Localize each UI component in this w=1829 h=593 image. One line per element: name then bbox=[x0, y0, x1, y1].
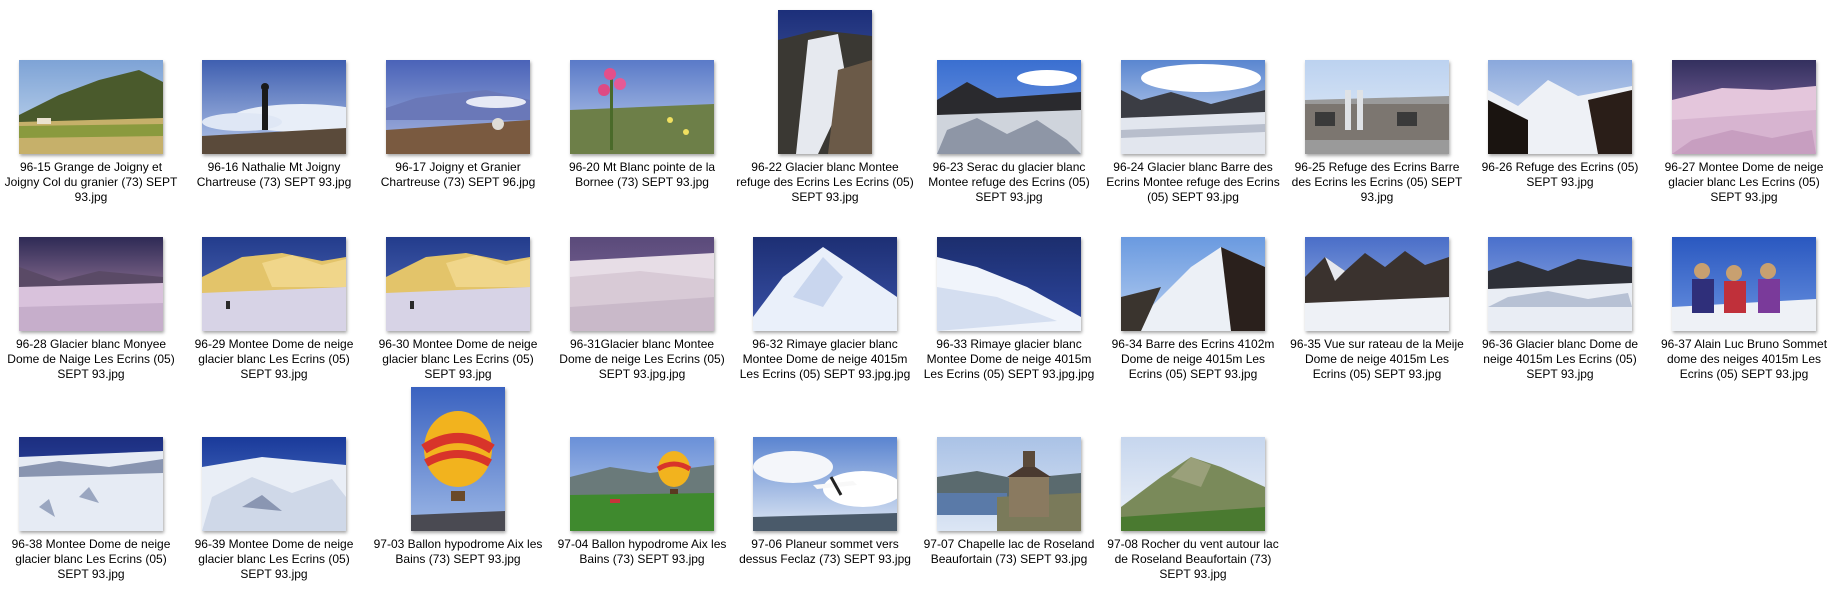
thumbnail-image[interactable] bbox=[1121, 60, 1265, 154]
file-name-label: 96-35 Vue sur rateau de la Meije Dome de… bbox=[1290, 337, 1464, 381]
file-name-label: 96-31Glacier blanc Montee Dome de neige … bbox=[559, 337, 725, 381]
thumbnail-frame bbox=[1286, 4, 1468, 154]
thumbnail-item[interactable]: 96-15 Grange de Joigny et Joigny Col du … bbox=[0, 4, 182, 205]
thumbnail-item[interactable]: 96-16 Nathalie Mt Joigny Chartreuse (73)… bbox=[183, 4, 365, 190]
thumbnail-image[interactable] bbox=[1305, 60, 1449, 154]
thumbnail-image[interactable] bbox=[570, 437, 714, 531]
thumbnail-frame bbox=[734, 181, 916, 331]
thumbnail-item[interactable]: 96-28 Glacier blanc Monyee Dome de Naige… bbox=[0, 181, 182, 382]
thumbnail-item[interactable]: 96-35 Vue sur rateau de la Meije Dome de… bbox=[1286, 181, 1468, 382]
file-name-label: 96-36 Glacier blanc Dome de neige 4015m … bbox=[1481, 337, 1639, 381]
thumbnail-frame bbox=[183, 181, 365, 331]
thumbnail-frame bbox=[367, 4, 549, 154]
file-name-label: 96-39 Montee Dome de neige glacier blanc… bbox=[194, 537, 354, 581]
thumbnail-image[interactable] bbox=[386, 237, 530, 331]
thumbnail-image[interactable] bbox=[19, 60, 163, 154]
thumbnail-item[interactable]: 96-39 Montee Dome de neige glacier blanc… bbox=[183, 381, 365, 582]
thumbnail-item[interactable]: 96-22 Glacier blanc Montee refuge des Ec… bbox=[734, 4, 916, 205]
thumbnail-item[interactable]: 96-29 Montee Dome de neige glacier blanc… bbox=[183, 181, 365, 382]
thumbnail-image[interactable] bbox=[1488, 237, 1632, 331]
thumbnail-frame bbox=[1102, 181, 1284, 331]
file-name-label: 96-34 Barre des Ecrins 4102m Dome de nei… bbox=[1111, 337, 1275, 381]
thumbnail-item[interactable]: 96-37 Alain Luc Bruno Sommet dome des ne… bbox=[1653, 181, 1829, 382]
file-name-label: 97-08 Rocher du vent autour lac de Rosel… bbox=[1107, 537, 1279, 581]
thumbnail-item[interactable]: 96-20 Mt Blanc pointe de la Bornee (73) … bbox=[551, 4, 733, 190]
thumbnail-item[interactable]: 96-34 Barre des Ecrins 4102m Dome de nei… bbox=[1102, 181, 1284, 382]
thumbnail-image[interactable] bbox=[1672, 237, 1816, 331]
thumbnail-grid: 96-15 Grange de Joigny et Joigny Col du … bbox=[0, 0, 1829, 593]
thumbnail-item[interactable]: 96-27 Montee Dome de neige glacier blanc… bbox=[1653, 4, 1829, 205]
thumbnail-item[interactable]: 96-23 Serac du glacier blanc Montee refu… bbox=[918, 4, 1100, 205]
thumbnail-image[interactable] bbox=[202, 60, 346, 154]
thumbnail-item[interactable]: 96-17 Joigny et Granier Chartreuse (73) … bbox=[367, 4, 549, 190]
thumbnail-frame bbox=[0, 381, 182, 531]
file-name-label: 96-33 Rimaye glacier blanc Montee Dome d… bbox=[923, 337, 1095, 381]
thumbnail-image[interactable] bbox=[570, 60, 714, 154]
thumbnail-frame bbox=[0, 4, 182, 154]
thumbnail-item[interactable]: 96-31Glacier blanc Montee Dome de neige … bbox=[551, 181, 733, 382]
thumbnail-image[interactable] bbox=[386, 60, 530, 154]
file-name-label: 96-29 Montee Dome de neige glacier blanc… bbox=[194, 337, 354, 381]
thumbnail-frame bbox=[551, 181, 733, 331]
thumbnail-image[interactable] bbox=[570, 237, 714, 331]
file-name-label: 96-28 Glacier blanc Monyee Dome de Naige… bbox=[7, 337, 175, 381]
thumbnail-frame bbox=[1653, 181, 1829, 331]
thumbnail-frame bbox=[183, 381, 365, 531]
thumbnail-frame bbox=[1653, 4, 1829, 154]
thumbnail-image[interactable] bbox=[937, 237, 1081, 331]
thumbnail-item[interactable]: 96-36 Glacier blanc Dome de neige 4015m … bbox=[1469, 181, 1651, 382]
thumbnail-image[interactable] bbox=[753, 437, 897, 531]
file-name-label: 96-30 Montee Dome de neige glacier blanc… bbox=[378, 337, 538, 381]
thumbnail-image[interactable] bbox=[753, 237, 897, 331]
thumbnail-item[interactable]: 97-03 Ballon hypodrome Aix les Bains (73… bbox=[367, 381, 549, 567]
thumbnail-image[interactable] bbox=[937, 437, 1081, 531]
thumbnail-image[interactable] bbox=[202, 437, 346, 531]
thumbnail-image[interactable] bbox=[1488, 60, 1632, 154]
thumbnail-image[interactable] bbox=[1121, 437, 1265, 531]
thumbnail-frame bbox=[367, 381, 549, 531]
thumbnail-frame bbox=[183, 4, 365, 154]
file-name-label: 96-37 Alain Luc Bruno Sommet dome des ne… bbox=[1660, 337, 1828, 381]
thumbnail-frame bbox=[1469, 4, 1651, 154]
file-name-label: 97-06 Planeur sommet vers dessus Feclaz … bbox=[739, 537, 911, 566]
thumbnail-item[interactable]: 97-04 Ballon hypodrome Aix les Bains (73… bbox=[551, 381, 733, 567]
thumbnail-frame bbox=[1102, 4, 1284, 154]
thumbnail-item[interactable]: 96-32 Rimaye glacier blanc Montee Dome d… bbox=[734, 181, 916, 382]
thumbnail-image[interactable] bbox=[202, 237, 346, 331]
thumbnail-item[interactable]: 96-38 Montee Dome de neige glacier blanc… bbox=[0, 381, 182, 582]
thumbnail-image[interactable] bbox=[411, 387, 505, 531]
thumbnail-image[interactable] bbox=[19, 237, 163, 331]
file-name-label: 97-04 Ballon hypodrome Aix les Bains (73… bbox=[557, 537, 727, 566]
thumbnail-item[interactable]: 96-30 Montee Dome de neige glacier blanc… bbox=[367, 181, 549, 382]
file-name-label: 96-38 Montee Dome de neige glacier blanc… bbox=[11, 537, 171, 581]
thumbnail-item[interactable]: 96-26 Refuge des Ecrins (05) SEPT 93.jpg bbox=[1469, 4, 1651, 190]
file-name-label: 96-32 Rimaye glacier blanc Montee Dome d… bbox=[739, 337, 911, 381]
thumbnail-item[interactable]: 97-07 Chapelle lac de Roseland Beauforta… bbox=[918, 381, 1100, 567]
thumbnail-frame bbox=[1469, 181, 1651, 331]
thumbnail-image[interactable] bbox=[1672, 60, 1816, 154]
thumbnail-item[interactable]: 97-08 Rocher du vent autour lac de Rosel… bbox=[1102, 381, 1284, 582]
thumbnail-frame bbox=[367, 181, 549, 331]
thumbnail-frame bbox=[1286, 181, 1468, 331]
thumbnail-item[interactable]: 96-25 Refuge des Ecrins Barre des Ecrins… bbox=[1286, 4, 1468, 205]
thumbnail-image[interactable] bbox=[937, 60, 1081, 154]
thumbnail-item[interactable]: 96-24 Glacier blanc Barre des Ecrins Mon… bbox=[1102, 4, 1284, 205]
thumbnail-image[interactable] bbox=[19, 437, 163, 531]
thumbnail-frame bbox=[734, 381, 916, 531]
thumbnail-frame bbox=[918, 4, 1100, 154]
thumbnail-frame bbox=[734, 4, 916, 154]
thumbnail-frame bbox=[551, 4, 733, 154]
thumbnail-frame bbox=[551, 381, 733, 531]
thumbnail-item[interactable]: 97-06 Planeur sommet vers dessus Feclaz … bbox=[734, 381, 916, 567]
thumbnail-frame bbox=[918, 381, 1100, 531]
thumbnail-image[interactable] bbox=[778, 10, 872, 154]
thumbnail-frame bbox=[0, 181, 182, 331]
file-name-label: 97-07 Chapelle lac de Roseland Beauforta… bbox=[923, 537, 1095, 566]
thumbnail-image[interactable] bbox=[1121, 237, 1265, 331]
thumbnail-item[interactable]: 96-33 Rimaye glacier blanc Montee Dome d… bbox=[918, 181, 1100, 382]
file-name-label: 97-03 Ballon hypodrome Aix les Bains (73… bbox=[373, 537, 543, 566]
thumbnail-frame bbox=[918, 181, 1100, 331]
thumbnail-image[interactable] bbox=[1305, 237, 1449, 331]
thumbnail-frame bbox=[1102, 381, 1284, 531]
